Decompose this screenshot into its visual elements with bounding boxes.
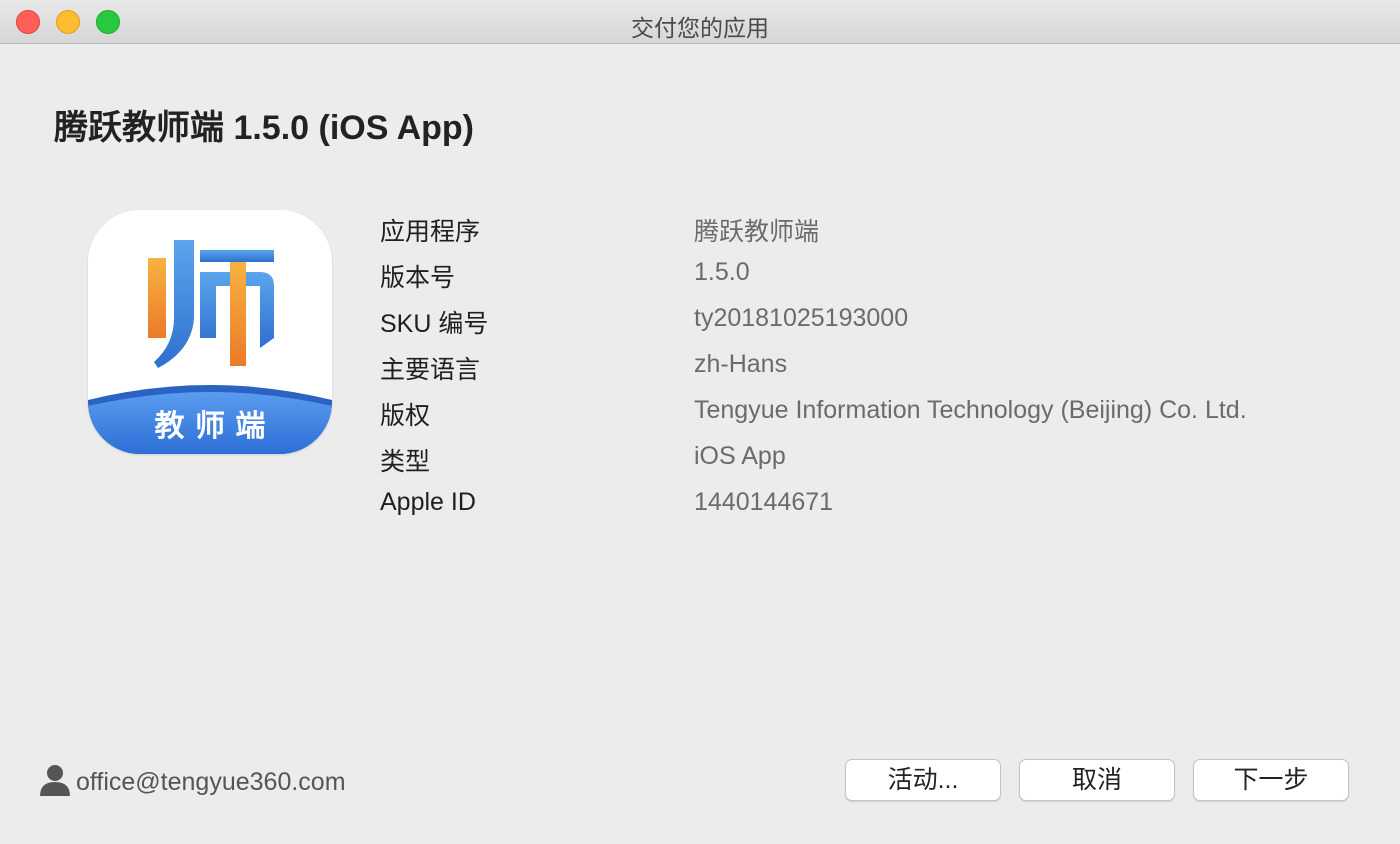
info-row-copyright: 版权 Tengyue Information Technology (Beiji… [380, 392, 1360, 438]
app-heading: 腾跃教师端 1.5.0 (iOS App) [54, 109, 475, 147]
info-label: 主要语言 [380, 356, 481, 384]
activity-button[interactable]: 活动... [845, 759, 1001, 801]
info-value: ty20181025193000 [694, 304, 909, 332]
info-label: SKU 编号 [380, 310, 489, 338]
info-row-type: 类型 iOS App [380, 438, 1360, 484]
info-label: 应用程序 [380, 218, 481, 246]
cancel-button[interactable]: 取消 [1019, 759, 1175, 801]
app-info-table: 应用程序 腾跃教师端 版本号 1.5.0 SKU 编号 ty2018102519… [380, 208, 1360, 530]
info-value: zh-Hans [694, 350, 788, 378]
teacher-app-icon: 教 师 端 [88, 210, 332, 454]
window-title: 交付您的应用 [631, 15, 769, 41]
info-value: 1.5.0 [694, 258, 750, 286]
info-label: Apple ID [380, 488, 476, 516]
info-value: 腾跃教师端 [694, 218, 820, 246]
info-row-app: 应用程序 腾跃教师端 [380, 208, 1360, 254]
user-icon [40, 765, 70, 796]
info-value: iOS App [694, 442, 786, 470]
title-bar: 交付您的应用 [0, 0, 1400, 44]
icon-banner-text: 教 师 端 [155, 409, 266, 444]
account-email: office@tengyue360.com [76, 768, 346, 796]
info-label: 版本号 [380, 264, 456, 292]
info-label: 类型 [380, 448, 431, 476]
info-row-language: 主要语言 zh-Hans [380, 346, 1360, 392]
next-button[interactable]: 下一步 [1193, 759, 1349, 801]
info-value: 1440144671 [694, 488, 834, 516]
info-row-apple-id: Apple ID 1440144671 [380, 484, 1360, 530]
info-row-version: 版本号 1.5.0 [380, 254, 1360, 300]
info-row-sku: SKU 编号 ty20181025193000 [380, 300, 1360, 346]
info-label: 版权 [380, 402, 431, 430]
info-value: Tengyue Information Technology (Beijing)… [694, 396, 1247, 424]
